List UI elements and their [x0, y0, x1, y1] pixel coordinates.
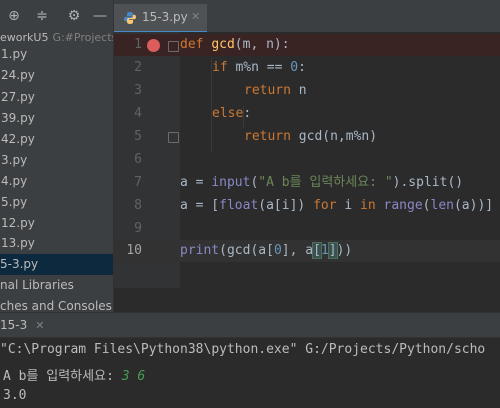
breakpoint-icon[interactable] — [147, 39, 160, 52]
line-number-active: 10 — [126, 243, 142, 258]
code-line-2: if m%n == 0: — [212, 60, 306, 75]
console-user-input: 3 6 — [121, 369, 146, 384]
close-icon[interactable]: ✕ — [35, 319, 44, 332]
tree-item-label: 4.py — [1, 174, 28, 188]
console-output-line: 3.0 — [3, 388, 27, 403]
console-prompt: A b를 입력하세요: — [3, 369, 122, 384]
close-icon[interactable]: ✕ — [191, 10, 200, 23]
tree-item[interactable]: 4.py — [0, 171, 113, 192]
console-input-line: A b를 입력하세요: 3 6 — [3, 365, 145, 384]
tree-item-label: 42.py — [1, 132, 35, 146]
project-root-name: eworkU5 — [0, 31, 49, 44]
tree-item-label: 5-3.py — [0, 257, 39, 271]
python-file-icon — [124, 12, 136, 24]
collapse-icon[interactable]: ≑ — [34, 8, 50, 24]
project-root-path: G:#Projects — [52, 31, 113, 44]
tree-item-selected[interactable]: 5-3.py — [0, 254, 113, 275]
tree-item[interactable]: 3.py — [0, 150, 113, 171]
tree-item[interactable]: 27.py — [0, 87, 113, 108]
tree-item[interactable]: 5.py — [0, 192, 113, 213]
code-line-3: return n — [244, 83, 307, 98]
tree-item[interactable]: 12.py — [0, 213, 113, 234]
line-number: 1 — [134, 37, 142, 52]
tree-item[interactable]: 24.py — [0, 65, 113, 86]
tree-item-label: 13.py — [1, 236, 35, 250]
tree-item-label: 24.py — [1, 68, 35, 82]
tree-item-label: 5.py — [1, 195, 28, 209]
active-line-gutter — [114, 240, 180, 262]
tree-item-label: 39.py — [1, 111, 35, 125]
tab-active-file[interactable]: 15-3.py ✕ — [114, 4, 207, 34]
tree-item-label: nal Libraries — [0, 278, 74, 292]
target-icon[interactable]: ⊕ — [6, 8, 22, 24]
line-number: 2 — [134, 60, 142, 75]
run-toolwindow-header: 15-3 ✕ — [0, 313, 500, 338]
project-toolbar: ⊕ ≑ ⚙ — — [0, 0, 113, 32]
tree-item-label: 27.py — [1, 90, 35, 104]
code-editor[interactable]: def gcd(m, n): if m%n == 0: return n els… — [180, 32, 500, 288]
minimize-icon[interactable]: — — [92, 8, 108, 24]
line-number: 7 — [134, 175, 142, 190]
line-number: 3 — [134, 83, 142, 98]
tree-item-label: 1.py — [1, 47, 28, 61]
project-sidebar: ⊕ ≑ ⚙ — eworkU5 G:#Projects 1.py 24.py 27… — [0, 0, 114, 316]
fold-icon[interactable] — [168, 132, 179, 143]
tab-label: 15-3.py — [142, 10, 188, 24]
line-number: 6 — [134, 152, 142, 167]
code-line-8: a = [float(a[i]) for i in range(len(a))] — [180, 198, 494, 213]
run-console[interactable]: "C:\Program Files\Python38\python.exe" G… — [0, 338, 500, 408]
line-number: 4 — [134, 106, 142, 121]
code-line-5: return gcd(n,m%n) — [244, 129, 378, 144]
run-tab-label: 15-3 — [0, 318, 28, 332]
tree-item[interactable]: 1.py — [0, 44, 113, 65]
tree-item-external-libraries[interactable]: nal Libraries — [0, 275, 113, 296]
tree-item[interactable]: 13.py — [0, 233, 113, 254]
tree-item-label: 12.py — [1, 216, 35, 230]
line-number: 9 — [134, 221, 142, 236]
editor-gutter: 1 2 3 4 5 6 7 8 9 10 — [114, 32, 180, 288]
console-command-line: "C:\Program Files\Python38\python.exe" G… — [0, 342, 486, 357]
code-line-10: print(gcd(a[0], a[1])) — [180, 242, 353, 259]
tree-item-label: 3.py — [1, 153, 28, 167]
tree-item[interactable]: 39.py — [0, 108, 113, 129]
gear-icon[interactable]: ⚙ — [66, 8, 82, 24]
code-line-1: def gcd(m, n): — [180, 37, 290, 52]
line-number: 5 — [134, 129, 142, 144]
code-line-7: a = input("A b를 입력하세요: ").split() — [180, 175, 464, 190]
fold-icon[interactable] — [168, 41, 179, 52]
line-number: 8 — [134, 198, 142, 213]
code-line-4: else: — [212, 106, 252, 121]
editor-tab-bar: 15-3.py ✕ — [114, 0, 500, 34]
run-tab[interactable]: 15-3 ✕ — [0, 313, 50, 337]
tree-item[interactable]: 42.py — [0, 129, 113, 150]
